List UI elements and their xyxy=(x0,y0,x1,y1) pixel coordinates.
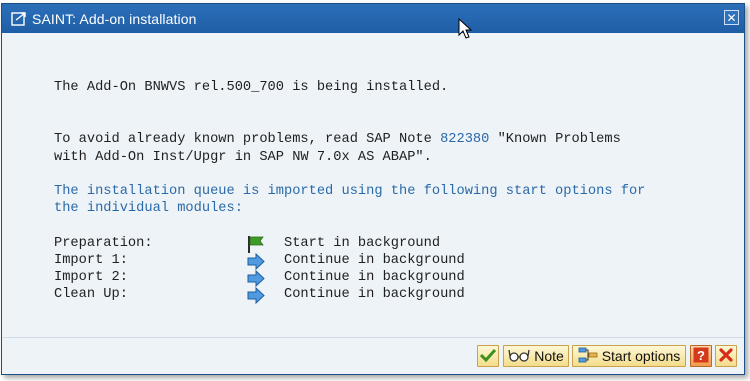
window-title: SAINT: Add-on installation xyxy=(32,10,197,27)
option-value: Continue in background xyxy=(284,270,465,285)
checkmark-icon xyxy=(479,348,497,365)
window-icon xyxy=(11,11,27,27)
option-label: Preparation: xyxy=(54,236,153,251)
svg-text:?: ? xyxy=(697,348,705,363)
option-row-clean-up: Clean Up: Continue in background xyxy=(54,286,654,305)
queue-info-line2: the individual modules: xyxy=(54,201,243,216)
option-value: Continue in background xyxy=(284,287,465,302)
add-on-installation-dialog: SAINT: Add-on installation ✕ The Add-On … xyxy=(1,3,745,375)
note-message-line2: with Add-On Inst/Upgr in SAP NW 7.0x AS … xyxy=(54,150,432,165)
option-value: Continue in background xyxy=(284,253,465,268)
start-options-label: Start options xyxy=(601,348,681,364)
dialog-toolbar: Note Start options ? xyxy=(2,337,744,374)
message-area: The Add-On BNWVS rel.500_700 is being in… xyxy=(2,33,744,333)
option-value: Start in background xyxy=(284,236,441,251)
note-message-line1: To avoid already known problems, read SA… xyxy=(54,132,621,147)
option-label: Import 2: xyxy=(54,270,128,285)
start-options-icon xyxy=(578,347,598,366)
mouse-cursor-icon xyxy=(458,18,472,39)
help-icon: ? xyxy=(693,347,709,366)
note-button-label: Note xyxy=(534,348,564,364)
green-flag-icon xyxy=(247,236,265,253)
note-suffix-text: "Known Problems xyxy=(489,132,621,147)
glasses-icon xyxy=(508,348,530,365)
close-icon[interactable]: ✕ xyxy=(724,10,739,25)
blue-arrow-icon xyxy=(247,286,265,305)
title-bar[interactable]: SAINT: Add-on installation ✕ xyxy=(2,4,744,33)
queue-info-line1: The installation queue is imported using… xyxy=(54,184,646,199)
option-label: Clean Up: xyxy=(54,287,128,302)
option-row-import-2: Import 2: Continue in background xyxy=(54,269,654,288)
confirm-button[interactable] xyxy=(477,345,499,367)
help-button[interactable]: ? xyxy=(690,345,712,367)
blue-arrow-icon xyxy=(247,252,265,271)
note-button[interactable]: Note xyxy=(503,345,569,367)
blue-arrow-icon xyxy=(247,269,265,288)
start-options-button[interactable]: Start options xyxy=(572,345,686,367)
option-label: Import 1: xyxy=(54,253,128,268)
note-prefix-text: To avoid already known problems, read SA… xyxy=(54,132,441,147)
install-message: The Add-On BNWVS rel.500_700 is being in… xyxy=(54,80,449,95)
cancel-button[interactable] xyxy=(715,345,737,367)
option-row-preparation: Preparation: Start in background xyxy=(54,236,654,253)
option-row-import-1: Import 1: Continue in background xyxy=(54,252,654,271)
sap-note-link[interactable]: 822380 xyxy=(440,132,489,147)
cancel-icon xyxy=(719,347,733,365)
